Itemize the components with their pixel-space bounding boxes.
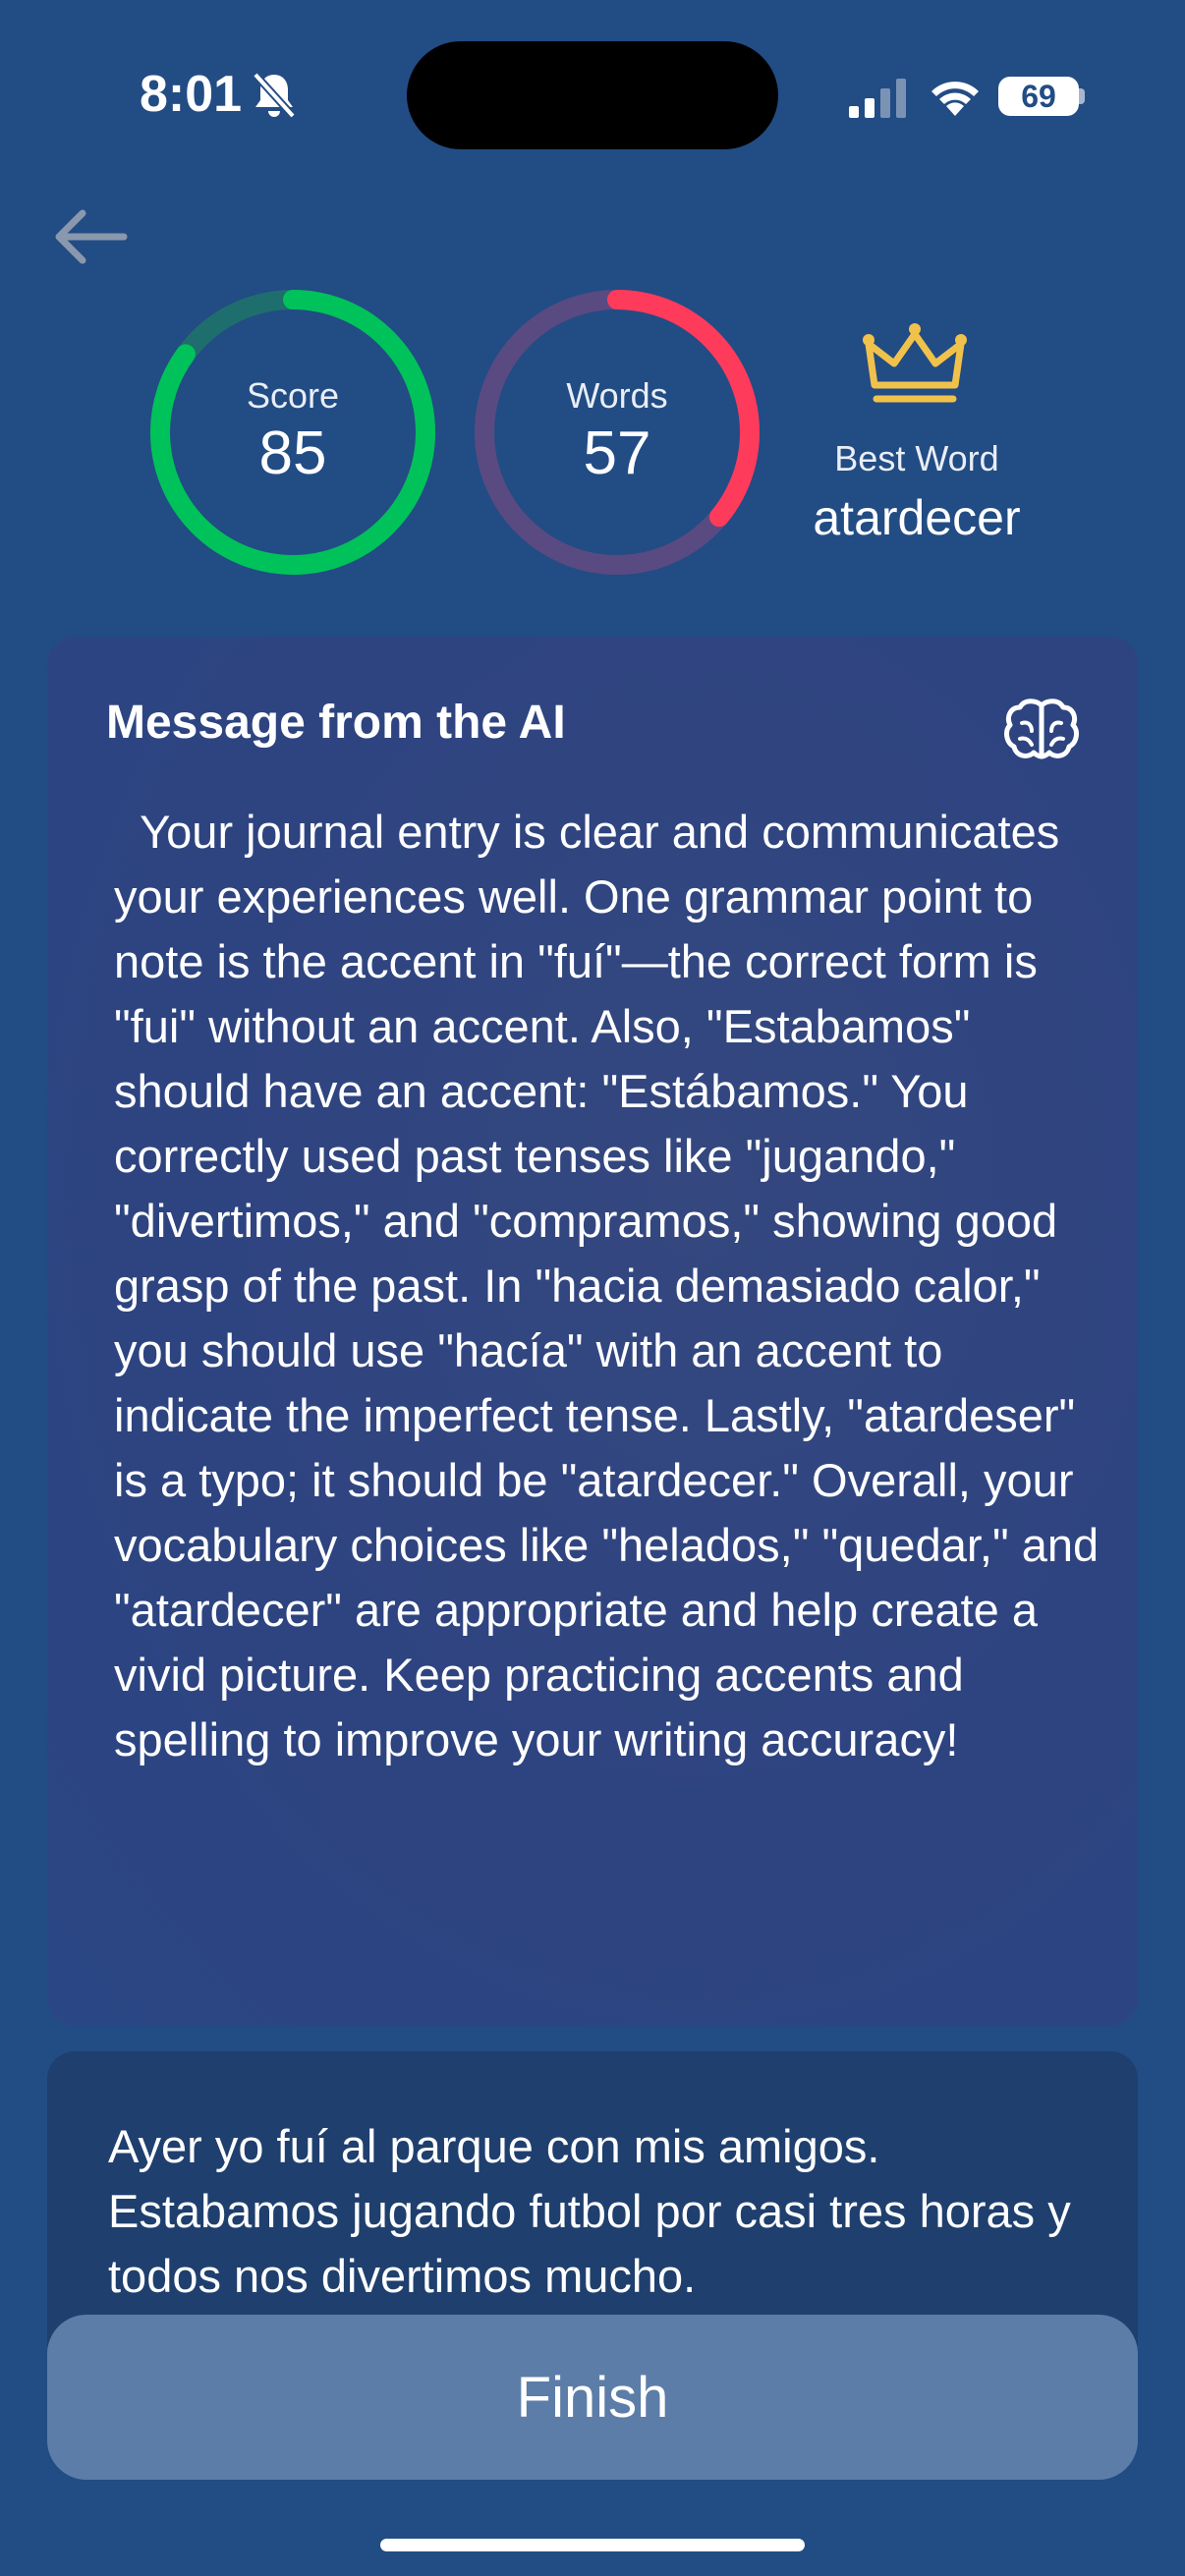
score-ring: Score 85 [145, 285, 440, 580]
battery-percentage: 69 [1021, 79, 1056, 114]
brain-icon[interactable] [1002, 698, 1081, 762]
finish-button[interactable]: Finish [47, 2315, 1138, 2480]
journal-entry-card: Ayer yo fuí al parque con mis amigos. Es… [47, 2051, 1138, 2346]
score-value: 85 [258, 420, 327, 487]
words-value: 57 [583, 420, 651, 487]
words-ring: Words 57 [470, 285, 764, 580]
dynamic-island [407, 41, 778, 149]
ai-message-card: Message from the AI Your journal entry i… [47, 637, 1138, 2026]
best-word-label: Best Word [834, 438, 999, 478]
ai-card-title: Message from the AI [106, 697, 566, 749]
status-time: 8:01 [140, 66, 243, 123]
bell-slash-icon [253, 72, 296, 119]
best-word-value: atardecer [813, 490, 1021, 545]
battery-tip [1079, 88, 1085, 104]
journal-entry-text: Ayer yo fuí al parque con mis amigos. Es… [108, 2120, 1071, 2302]
wifi-icon [931, 82, 979, 116]
words-label: Words [566, 375, 668, 416]
crown-icon [863, 323, 967, 403]
battery-icon: 69 [998, 77, 1079, 116]
home-indicator [380, 2539, 805, 2551]
score-label: Score [246, 375, 340, 416]
arrow-left-icon[interactable] [49, 202, 132, 271]
ai-message-text: Your journal entry is clear and communic… [114, 806, 1112, 1765]
cellular-signal-icon [849, 79, 906, 118]
